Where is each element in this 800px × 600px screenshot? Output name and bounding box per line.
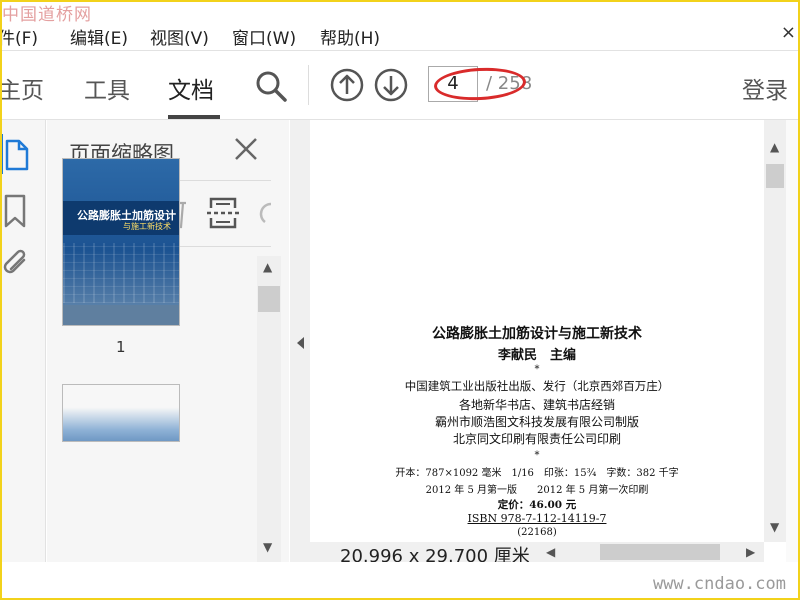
left-nav-strip <box>0 120 46 600</box>
thumbnail-page-number: 1 <box>116 338 126 356</box>
scroll-down-icon[interactable]: ▼ <box>770 520 779 534</box>
window-close-button[interactable]: × <box>781 22 796 43</box>
publisher-line: 中国建筑工业出版社出版、发行（北京西郊百万庄） <box>404 379 670 393</box>
book-editor: 李献民 主编 <box>497 348 576 363</box>
typesetter-line: 霸州市顺浩图文科技发展有限公司制版 <box>434 415 639 429</box>
isbn-line: ISBN 978-7-112-14119-7 <box>467 512 607 525</box>
search-icon[interactable] <box>254 69 288 107</box>
menu-edit[interactable]: 编辑(E) <box>70 24 128 49</box>
cover-subtitle: 与施工新技术 <box>123 222 171 231</box>
previous-page-icon[interactable] <box>330 68 364 106</box>
price-line: 定价：46.00 元 <box>497 499 577 511</box>
bookmark-icon[interactable] <box>4 194 26 232</box>
collapse-panel-button[interactable] <box>290 120 310 562</box>
scrollbar-thumb[interactable] <box>258 286 280 312</box>
specs-line: 开本：787×1092 毫米 1/16 印张：15¾ 字数：382 千字 <box>395 468 679 479</box>
cover-footer <box>63 305 179 325</box>
document-page[interactable]: 公路膨胀土加筋设计与施工新技术 李献民 主编 * 中国建筑工业出版社出版、发行（… <box>310 120 764 542</box>
thumbnail-scrollbar[interactable]: ▲ ▼ <box>257 256 281 562</box>
edition-line: 2012 年 5 月第一版 2012 年 5 月第一次印刷 <box>425 485 649 496</box>
tab-home[interactable]: 主页 <box>0 71 44 105</box>
page-thumbnail[interactable]: 公路膨胀土加筋设计 与施工新技术 <box>62 158 180 326</box>
book-title: 公路膨胀土加筋设计与施工新技术 <box>432 326 642 342</box>
extract-pages-icon[interactable] <box>207 196 239 234</box>
next-page-icon[interactable] <box>374 68 408 106</box>
scroll-up-icon[interactable]: ▲ <box>770 140 779 154</box>
scrollbar-thumb[interactable] <box>766 164 784 188</box>
scroll-left-icon[interactable]: ◀ <box>546 545 555 559</box>
menu-window[interactable]: 窗口(W) <box>232 24 296 49</box>
menu-file[interactable]: 件(F) <box>0 24 38 49</box>
menu-help[interactable]: 帮助(H) <box>320 24 380 49</box>
attachment-icon[interactable] <box>2 248 30 282</box>
tab-tools[interactable]: 工具 <box>84 71 130 105</box>
toolbar-separator <box>308 65 309 105</box>
active-nav-indicator <box>0 134 3 174</box>
chevron-left-icon[interactable] <box>295 336 305 350</box>
separator-star: * <box>534 450 540 461</box>
tab-document[interactable]: 文档 <box>168 71 214 105</box>
watermark-bottom: www.cndao.com <box>652 574 786 594</box>
scrollbar-thumb[interactable] <box>600 544 720 560</box>
scroll-up-icon[interactable]: ▲ <box>263 260 272 274</box>
login-button[interactable]: 登录 <box>742 71 788 105</box>
scroll-down-icon[interactable]: ▼ <box>263 540 272 554</box>
rotate-icon[interactable] <box>259 200 272 232</box>
horizontal-scrollbar[interactable]: ◀ ▶ <box>540 542 764 562</box>
close-icon[interactable] <box>233 136 259 166</box>
toolbar: 主页 工具 文档 4 / 258 登录 <box>0 51 800 119</box>
menu-view[interactable]: 视图(V) <box>150 24 209 49</box>
page-thumbnails-icon[interactable] <box>4 138 30 176</box>
watermark-top: 中国道桥网 <box>2 5 92 25</box>
page-thumbnail[interactable] <box>62 384 180 442</box>
code-line: (22168) <box>517 527 557 538</box>
cover-image <box>63 243 179 303</box>
document-scrollbar[interactable]: ▲ ▼ <box>764 120 786 542</box>
status-bar: 20.996 x 29.700 厘米 ◀ ▶ <box>310 542 764 567</box>
separator-star: * <box>534 364 540 375</box>
scroll-right-icon[interactable]: ▶ <box>746 545 755 559</box>
menu-bar: 件(F) 编辑(E) 视图(V) 窗口(W) 帮助(H) × <box>0 18 800 50</box>
printer-line: 北京同文印刷有限责任公司印刷 <box>452 432 621 446</box>
window-edge <box>786 120 800 562</box>
distributor-line: 各地新华书店、建筑书店经销 <box>458 398 615 412</box>
